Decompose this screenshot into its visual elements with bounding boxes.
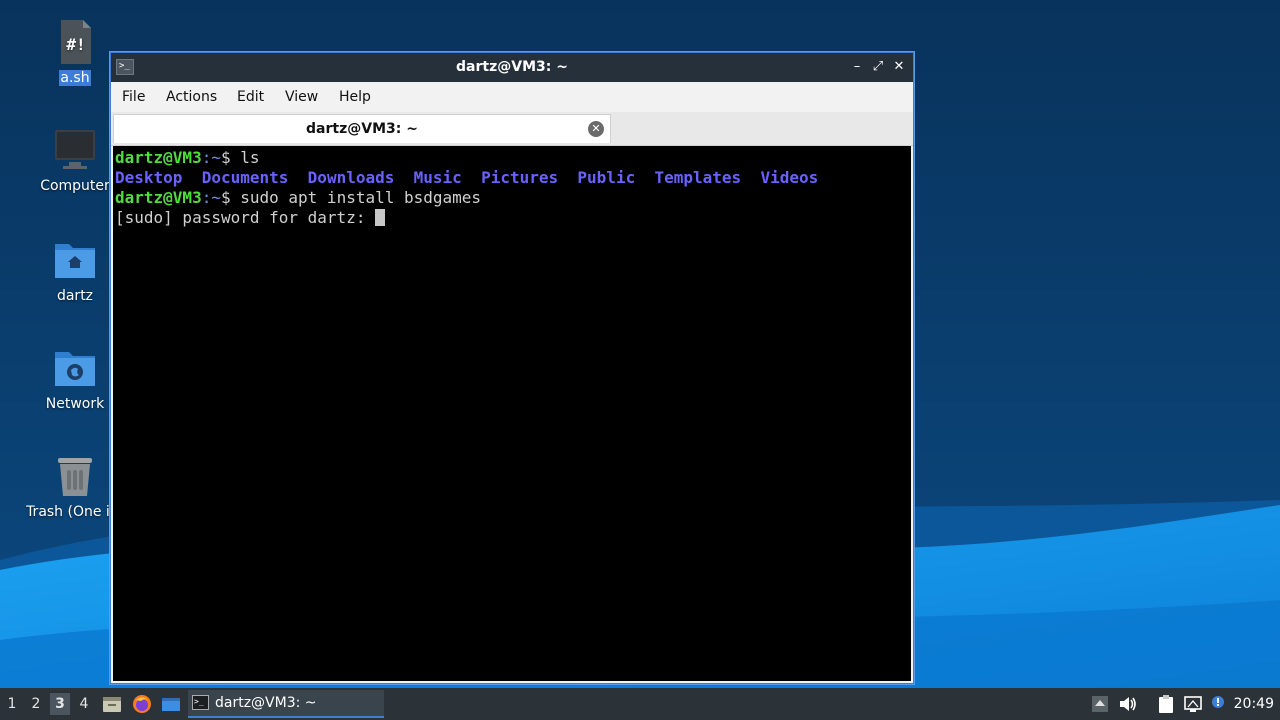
- window-titlebar[interactable]: >_ dartz@VM3: ~ – ⤢ ✕: [111, 53, 913, 82]
- menu-file[interactable]: File: [122, 89, 145, 105]
- workspace-4[interactable]: 4: [74, 696, 94, 712]
- taskbar-task-terminal[interactable]: >_ dartz@VM3: ~: [188, 690, 384, 718]
- tray-up-arrow-icon[interactable]: [1090, 694, 1110, 714]
- taskbar: 1 2 3 4 >_ dartz@VM3: ~ 20:49: [0, 688, 1280, 720]
- show-desktop-icon[interactable]: [161, 694, 181, 714]
- notification-icon[interactable]: [1208, 694, 1228, 714]
- tab-terminal[interactable]: dartz@VM3: ~ ✕: [113, 114, 611, 143]
- workspace-3[interactable]: 3: [50, 693, 70, 715]
- svg-text:#!: #!: [66, 35, 85, 54]
- computer-icon: [51, 126, 99, 174]
- desktop: #! a.sh Computer dartz Network Trash (On…: [0, 0, 1280, 720]
- window-title: dartz@VM3: ~: [456, 59, 568, 75]
- tab-label: dartz@VM3: ~: [306, 121, 418, 137]
- terminal-window[interactable]: >_ dartz@VM3: ~ – ⤢ ✕ File Actions Edit …: [110, 52, 914, 684]
- close-button[interactable]: ✕: [889, 57, 909, 77]
- network-icon[interactable]: [1183, 694, 1203, 714]
- workspace-2[interactable]: 2: [26, 696, 46, 712]
- network-folder-icon: [51, 344, 99, 392]
- command-text: ls: [240, 148, 260, 167]
- menubar: File Actions Edit View Help: [111, 82, 913, 112]
- script-file-icon: #!: [51, 18, 99, 66]
- desktop-icon-label: a.sh: [59, 70, 91, 86]
- terminal-line: dartz@VM3:~$ sudo apt install bsdgames: [115, 188, 482, 207]
- menu-actions[interactable]: Actions: [166, 89, 217, 105]
- sudo-prompt: [sudo] password for dartz:: [115, 208, 376, 227]
- command-text: sudo apt install bsdgames: [240, 188, 482, 207]
- ls-output-line: Desktop Documents Downloads Music Pictur…: [115, 168, 819, 187]
- home-folder-icon: [51, 236, 99, 284]
- desktop-icon-label: Computer: [40, 178, 110, 194]
- tab-close-icon[interactable]: ✕: [588, 121, 604, 137]
- task-label: dartz@VM3: ~: [215, 695, 317, 711]
- volume-icon[interactable]: [1118, 694, 1138, 714]
- minimize-button[interactable]: –: [847, 57, 867, 77]
- workspace-1[interactable]: 1: [2, 696, 22, 712]
- menu-edit[interactable]: Edit: [237, 89, 264, 105]
- clock[interactable]: 20:49: [1234, 696, 1274, 712]
- terminal-output[interactable]: dartz@VM3:~$ ls Desktop Documents Downloa…: [113, 146, 911, 681]
- tab-bar: dartz@VM3: ~ ✕: [111, 112, 913, 146]
- text-cursor: [375, 209, 386, 226]
- maximize-button[interactable]: ⤢: [868, 57, 888, 77]
- terminal-line: dartz@VM3:~$ ls: [115, 148, 260, 167]
- terminal-app-icon: >_: [192, 695, 209, 710]
- desktop-icon-label: dartz: [56, 288, 94, 304]
- terminal-line: [sudo] password for dartz:: [115, 208, 911, 228]
- clipboard-icon[interactable]: [1156, 694, 1176, 714]
- desktop-icon-label: Network: [45, 396, 105, 412]
- firefox-icon[interactable]: [132, 694, 152, 714]
- menu-help[interactable]: Help: [339, 89, 371, 105]
- file-manager-icon[interactable]: [102, 694, 122, 714]
- trash-icon: [51, 452, 99, 500]
- menu-view[interactable]: View: [285, 89, 318, 105]
